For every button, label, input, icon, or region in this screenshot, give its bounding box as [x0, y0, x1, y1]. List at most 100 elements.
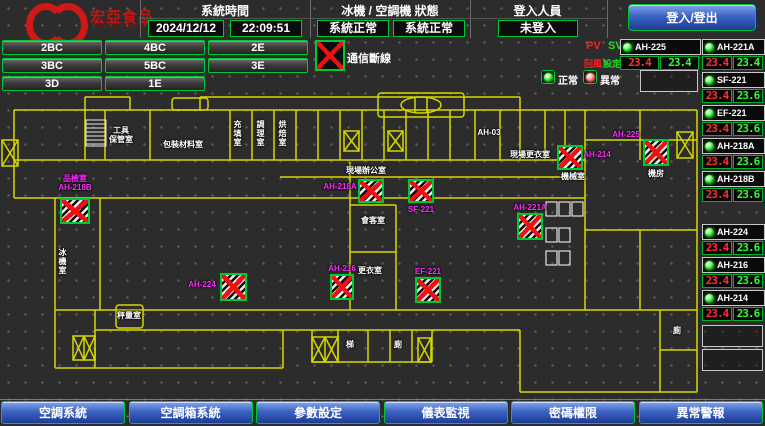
equipment-name: AH-218B — [717, 174, 755, 184]
pv-value-AH-221A: 23.4 — [702, 56, 732, 70]
pv-row-label: 回風 — [584, 57, 602, 70]
ahu-unit-label-AH-221A: AH-221A — [513, 203, 546, 212]
ahu-unit-label-AH-224: AH-224 — [188, 280, 216, 289]
sv-value-EF-221: 23.6 — [733, 122, 763, 136]
ahu-unit-label-AH-225: AH-225 — [612, 130, 640, 139]
system-date-value: 2024/12/12 — [148, 20, 224, 37]
ahu-unit-AH-216[interactable] — [330, 274, 354, 300]
bottom-button-6[interactable]: 異常警報 — [639, 401, 763, 424]
equipment-EF-221[interactable]: EF-221 — [702, 105, 765, 121]
floor-button-3E[interactable]: 3E — [208, 58, 308, 73]
sv-value-AH-214: 23.6 — [733, 307, 763, 321]
header-divider — [470, 0, 471, 38]
room-label: 工具 保管室 — [109, 126, 133, 144]
login-status-value: 未登入 — [498, 20, 578, 37]
room-label: 機房 — [648, 169, 664, 178]
ahu-unit-label-AH-218B: 品檢室 AH-218B — [58, 174, 91, 192]
spare-slot-box — [702, 325, 763, 347]
room-label: 現場更衣室 — [510, 150, 550, 159]
status-led — [705, 109, 714, 118]
pv-value-AH-224: 23.4 — [702, 241, 732, 255]
room-label: 梯 — [346, 340, 354, 349]
sv-value-AH-218A: 23.6 — [733, 155, 763, 169]
status-led — [705, 175, 714, 184]
equipment-AH-221A[interactable]: AH-221A — [702, 39, 765, 55]
bottom-button-3[interactable]: 參數設定 — [256, 401, 380, 424]
bottom-nav: 空調系統空調箱系統參數設定儀表監視密碼權限異常警報 — [0, 399, 765, 426]
floor-button-4BC[interactable]: 4BC — [105, 40, 205, 55]
login-logout-button[interactable]: 登入/登出 — [628, 4, 756, 31]
spare-slot-box — [640, 70, 698, 92]
system-time-title: 系統時間 — [150, 2, 300, 19]
pv-value-AH-218B: 23.4 — [702, 188, 732, 202]
room-label: 烘焙室 — [278, 120, 287, 147]
floor-button-5BC[interactable]: 5BC — [105, 58, 205, 73]
ahu-status-value: 系統正常 — [393, 20, 465, 37]
sv-row-label: 設定 — [603, 57, 621, 70]
pv-value-AH-218A: 23.4 — [702, 155, 732, 169]
ahu-unit-AH-225[interactable] — [643, 139, 669, 166]
brand-subtitle: HUNYA FOODS — [92, 24, 147, 30]
header-divider — [310, 0, 311, 38]
equipment-AH-218A[interactable]: AH-218A — [702, 138, 765, 154]
room-label: 廁 — [673, 326, 681, 335]
floor-button-2BC[interactable]: 2BC — [2, 40, 102, 55]
spare-slot-box — [702, 349, 763, 371]
ahu-unit-AH-214[interactable] — [557, 145, 583, 170]
equipment-AH-225[interactable]: AH-225 — [620, 39, 701, 55]
sv-value-AH-216: 23.6 — [733, 274, 763, 288]
floor-button-2E[interactable]: 2E — [208, 40, 308, 55]
normal-led — [541, 70, 555, 84]
equipment-AH-214[interactable]: AH-214 — [702, 290, 765, 306]
equipment-AH-224[interactable]: AH-224 — [702, 224, 765, 240]
pv-value-EF-221: 23.4 — [702, 122, 732, 136]
floor-button-3BC[interactable]: 3BC — [2, 58, 102, 73]
normal-label: 正常 — [558, 72, 578, 87]
pv-value-AH-225: 23.4 — [620, 56, 659, 70]
ahu-unit-AH-218A[interactable] — [358, 179, 384, 203]
sv-value-AH-218B: 23.6 — [733, 188, 763, 202]
room-label: 現場辦公室 — [346, 166, 386, 175]
equipment-name: AH-216 — [717, 260, 748, 270]
machine-status-title: 冰機 / 空調機 狀態 — [315, 2, 465, 19]
comm-loss-icon — [315, 40, 345, 71]
ahu-unit-AH-224[interactable] — [220, 273, 247, 301]
floor-button-3D[interactable]: 3D — [2, 76, 102, 91]
ahu-unit-label-AH-214: AH-214 — [583, 150, 611, 159]
room-label: 更衣室 — [358, 266, 382, 275]
bottom-button-4[interactable]: 儀表監視 — [384, 401, 508, 424]
equipment-name: AH-225 — [635, 42, 666, 52]
ahu-unit-AH-221A[interactable] — [517, 213, 543, 240]
equipment-AH-216[interactable]: AH-216 — [702, 257, 765, 273]
ahu-unit-SF-221[interactable] — [408, 179, 434, 203]
room-label: 包裝材料室 — [163, 140, 203, 149]
equipment-name: SF-221 — [717, 75, 747, 85]
room-label: 會客室 — [361, 216, 385, 225]
pv-value-SF-221: 23.4 — [702, 89, 732, 103]
sv-value-AH-221A: 23.4 — [733, 56, 763, 70]
bottom-button-5[interactable]: 密碼權限 — [511, 401, 635, 424]
equipment-SF-221[interactable]: SF-221 — [702, 72, 765, 88]
status-led — [705, 76, 714, 85]
room-label: 充填室 — [233, 120, 242, 147]
bottom-button-2[interactable]: 空調箱系統 — [129, 401, 253, 424]
floor-nav: 2BC4BC2E 3BC5BC3E 3D1E — [2, 40, 322, 94]
sv-value-AH-224: 23.6 — [733, 241, 763, 255]
ahu-unit-AH-218B[interactable] — [60, 198, 90, 224]
floorplan-svg — [0, 90, 700, 400]
floor-button-1E[interactable]: 1E — [105, 76, 205, 91]
header-divider — [607, 0, 608, 38]
ahu-unit-label-SF-221: SF-221 — [408, 205, 434, 214]
equipment-name: AH-221A — [717, 42, 755, 52]
equipment-name: AH-224 — [717, 227, 748, 237]
comm-loss-label: 通信斷線 — [347, 50, 391, 66]
room-label: 廁 — [394, 340, 402, 349]
ahu-unit-label-EF-221: EF-221 — [415, 267, 441, 276]
hmi-screen: 宏亞食品 HUNYA FOODS 系統時間 2024/12/12 22:09:5… — [0, 0, 765, 426]
ahu-unit-EF-221[interactable] — [415, 277, 441, 303]
status-led — [705, 294, 714, 303]
equipment-AH-218B[interactable]: AH-218B — [702, 171, 765, 187]
bottom-button-1[interactable]: 空調系統 — [1, 401, 125, 424]
ahu-unit-label-AH-218A: AH-218A — [323, 182, 356, 191]
sv-value-SF-221: 23.6 — [733, 89, 763, 103]
